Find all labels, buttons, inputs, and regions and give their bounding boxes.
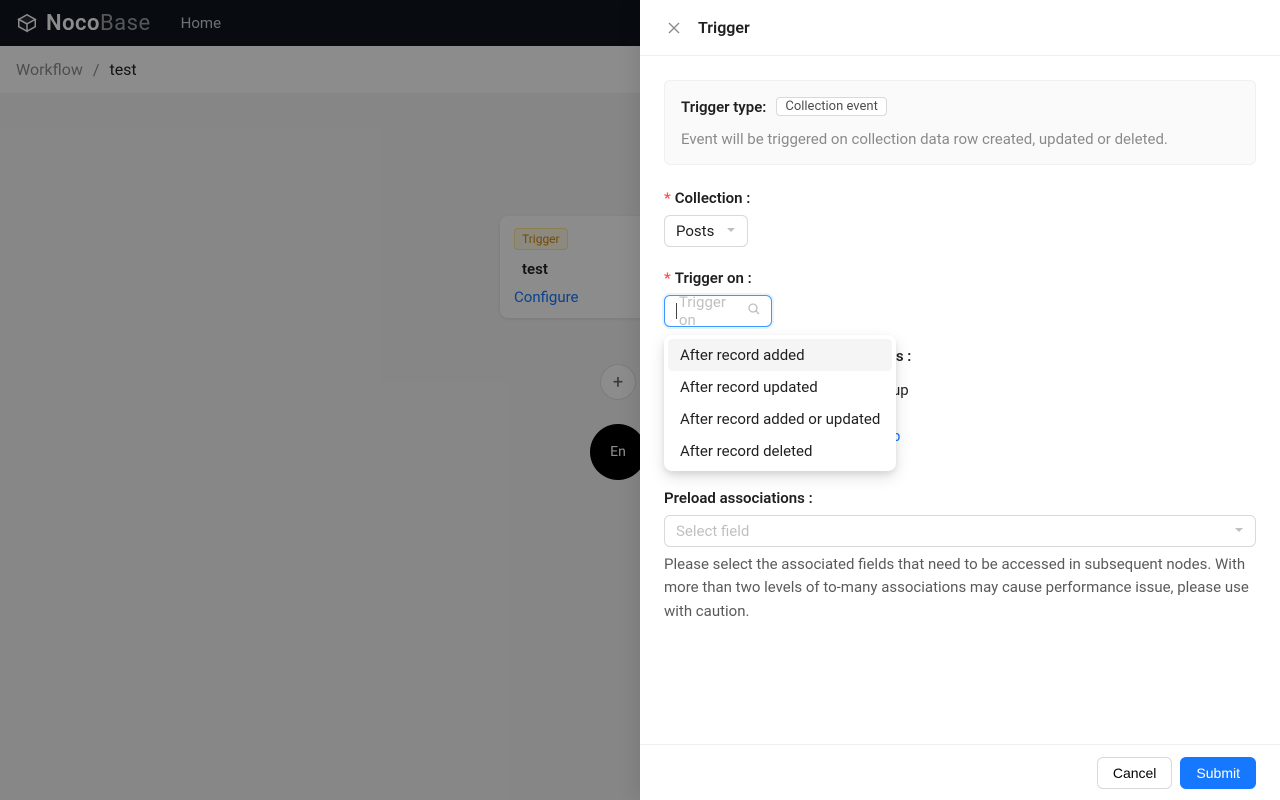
chevron-down-icon xyxy=(1234,525,1244,538)
trigger-on-select[interactable]: Trigger on xyxy=(664,295,772,327)
option-after-record-added-or-updated[interactable]: After record added or updated xyxy=(668,403,892,435)
trigger-drawer: Trigger Trigger type: Collection event E… xyxy=(640,0,1280,800)
drawer-body: Trigger type: Collection event Event wil… xyxy=(640,56,1280,744)
trigger-on-placeholder: Trigger on xyxy=(679,293,740,329)
trigger-on-field: Trigger on Trigger on After record added… xyxy=(664,269,1256,327)
preload-label: Preload associations xyxy=(664,489,1256,507)
trigger-type-desc: Event will be triggered on collection da… xyxy=(681,130,1239,148)
text-cursor xyxy=(676,303,677,319)
option-after-record-deleted[interactable]: After record deleted xyxy=(668,435,892,467)
collection-field: Collection Posts xyxy=(664,189,1256,247)
search-icon xyxy=(748,303,760,319)
trigger-type-info: Trigger type: Collection event Event wil… xyxy=(664,80,1256,165)
preload-placeholder: Select field xyxy=(676,522,749,540)
drawer-header: Trigger xyxy=(640,0,1280,56)
collection-value: Posts xyxy=(676,222,714,240)
drawer-title: Trigger xyxy=(698,18,750,37)
trigger-type-tag: Collection event xyxy=(776,97,886,116)
close-icon[interactable] xyxy=(664,21,684,35)
preload-select[interactable]: Select field xyxy=(664,515,1256,547)
collection-select[interactable]: Posts xyxy=(664,215,748,247)
drawer-footer: Cancel Submit xyxy=(640,744,1280,800)
chevron-down-icon xyxy=(726,225,736,238)
trigger-type-label: Trigger type: xyxy=(681,98,766,116)
submit-button[interactable]: Submit xyxy=(1180,757,1256,789)
option-after-record-added[interactable]: After record added xyxy=(668,339,892,371)
trigger-on-dropdown: After record added After record updated … xyxy=(664,335,896,471)
option-after-record-updated[interactable]: After record updated xyxy=(668,371,892,403)
preload-help-text: Please select the associated fields that… xyxy=(664,553,1256,623)
trigger-on-label: Trigger on xyxy=(664,269,1256,287)
collection-label: Collection xyxy=(664,189,1256,207)
preload-field: Preload associations Select field Please… xyxy=(664,489,1256,623)
cancel-button[interactable]: Cancel xyxy=(1097,757,1173,789)
